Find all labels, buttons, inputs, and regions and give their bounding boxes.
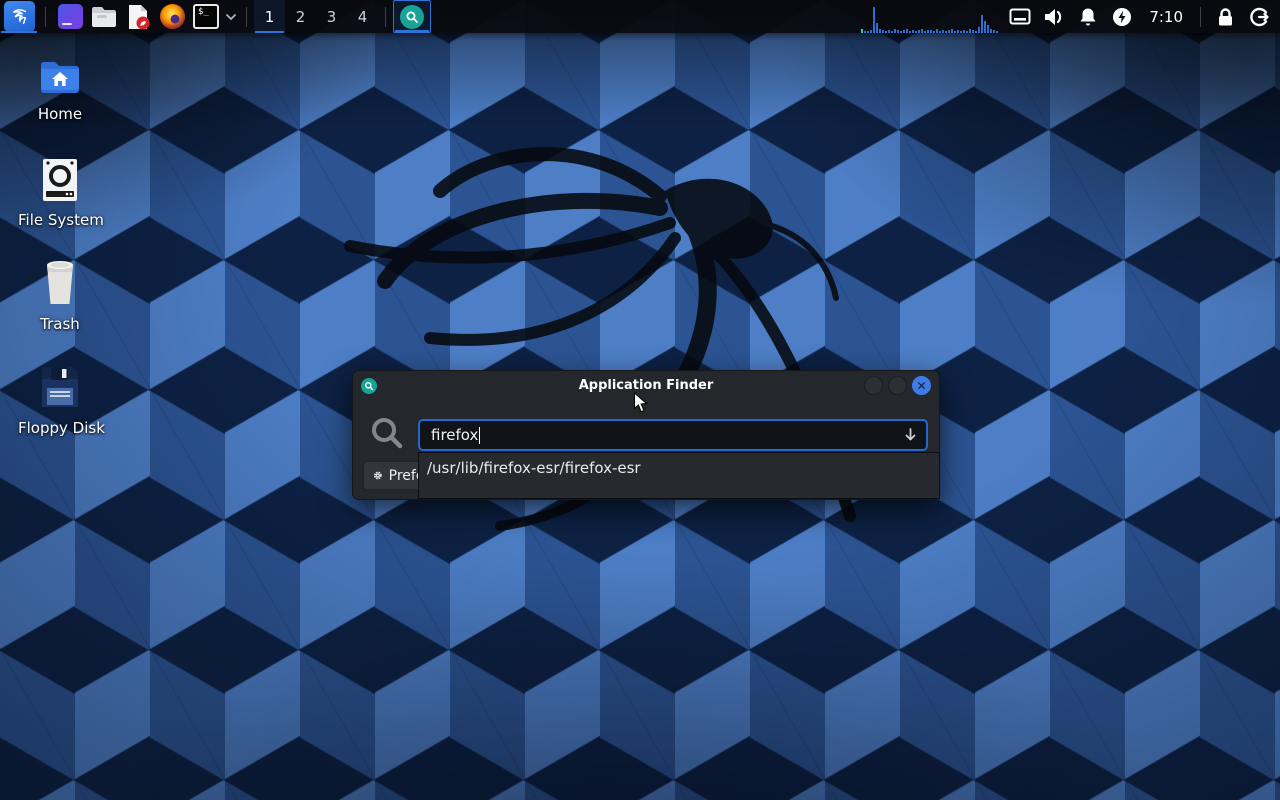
text-caret bbox=[479, 427, 480, 444]
window-title: Application Finder bbox=[353, 378, 939, 393]
search-icon bbox=[369, 415, 405, 451]
desktop-icon-label: Floppy Disk bbox=[18, 419, 102, 437]
arrow-down-icon[interactable] bbox=[903, 427, 918, 443]
document-edit-icon bbox=[126, 4, 151, 30]
search-input[interactable]: firefox bbox=[418, 419, 928, 451]
desktop-icon-label: Trash bbox=[18, 315, 102, 333]
workspace-3[interactable]: 3 bbox=[316, 0, 347, 33]
volume-tray-button[interactable] bbox=[1037, 0, 1071, 33]
workspace-1[interactable]: 1 bbox=[254, 0, 285, 33]
desktop-icon-label: File System bbox=[18, 211, 102, 229]
panel-separator bbox=[385, 7, 386, 27]
kali-dragon-icon bbox=[4, 1, 35, 32]
chevron-down-icon bbox=[225, 13, 237, 21]
desktop-icon-floppy-disk[interactable]: Floppy Disk bbox=[18, 364, 102, 437]
desktop-icon-file-system[interactable]: File System bbox=[18, 158, 102, 229]
panel-separator bbox=[45, 7, 46, 27]
desktop-icon bbox=[58, 4, 83, 29]
logout-button[interactable] bbox=[1242, 0, 1276, 33]
firefox-launcher[interactable] bbox=[155, 0, 189, 33]
power-manager-icon bbox=[1112, 7, 1132, 27]
minimize-button[interactable] bbox=[864, 376, 883, 395]
drive-icon bbox=[41, 158, 79, 202]
maximize-button[interactable] bbox=[888, 376, 907, 395]
text-editor-launcher[interactable] bbox=[121, 0, 155, 33]
volume-icon bbox=[1043, 8, 1065, 26]
notifications-bell-icon bbox=[1078, 7, 1098, 27]
desktop-icon-home[interactable]: Home bbox=[18, 58, 102, 123]
taskbar-item-application-finder[interactable] bbox=[393, 0, 431, 33]
show-desktop-launcher[interactable] bbox=[53, 0, 87, 33]
application-finder-window: Application Finder ✕ firefox Preferences… bbox=[352, 370, 940, 500]
terminal-icon: $_ bbox=[193, 4, 219, 29]
lock-screen-icon bbox=[1216, 7, 1235, 27]
notifications-tray-button[interactable] bbox=[1071, 0, 1105, 33]
search-input-value: firefox bbox=[431, 426, 478, 444]
close-icon: ✕ bbox=[916, 380, 926, 392]
completion-popup: /usr/lib/firefox-esr/firefox-esr bbox=[418, 452, 940, 499]
applications-menu-button[interactable] bbox=[0, 0, 38, 33]
workspace-4[interactable]: 4 bbox=[347, 0, 378, 33]
completion-item[interactable]: /usr/lib/firefox-esr/firefox-esr bbox=[419, 453, 939, 483]
firefox-icon bbox=[160, 4, 185, 29]
desktop-icon-label: Home bbox=[18, 105, 102, 123]
titlebar[interactable]: Application Finder ✕ bbox=[353, 371, 939, 400]
workspace-2[interactable]: 2 bbox=[285, 0, 316, 33]
desktop-icon-trash[interactable]: Trash bbox=[18, 258, 102, 333]
cpu-graph[interactable] bbox=[861, 0, 1003, 33]
trash-bin-icon bbox=[40, 258, 80, 306]
close-button[interactable]: ✕ bbox=[912, 376, 931, 395]
terminal-dropdown-button[interactable] bbox=[223, 0, 239, 33]
magnifier-teal-icon bbox=[361, 378, 377, 394]
logout-icon bbox=[1249, 7, 1269, 27]
lock-screen-button[interactable] bbox=[1208, 0, 1242, 33]
power-manager-tray-button[interactable] bbox=[1105, 0, 1139, 33]
network-icon bbox=[1009, 8, 1031, 26]
folder-icon bbox=[91, 5, 117, 29]
terminal-launcher[interactable]: $_ bbox=[189, 0, 223, 33]
gear-icon bbox=[373, 468, 383, 483]
home-folder-icon bbox=[39, 58, 81, 96]
magnifier-teal-icon bbox=[400, 5, 424, 29]
file-manager-launcher[interactable] bbox=[87, 0, 121, 33]
floppy-disk-icon bbox=[39, 364, 81, 410]
panel-separator bbox=[1200, 7, 1201, 27]
network-tray-button[interactable] bbox=[1003, 0, 1037, 33]
top-panel: $_ 1 2 3 4 7:1 bbox=[0, 0, 1280, 33]
panel-separator bbox=[246, 7, 247, 27]
clock[interactable]: 7:10 bbox=[1139, 8, 1193, 26]
